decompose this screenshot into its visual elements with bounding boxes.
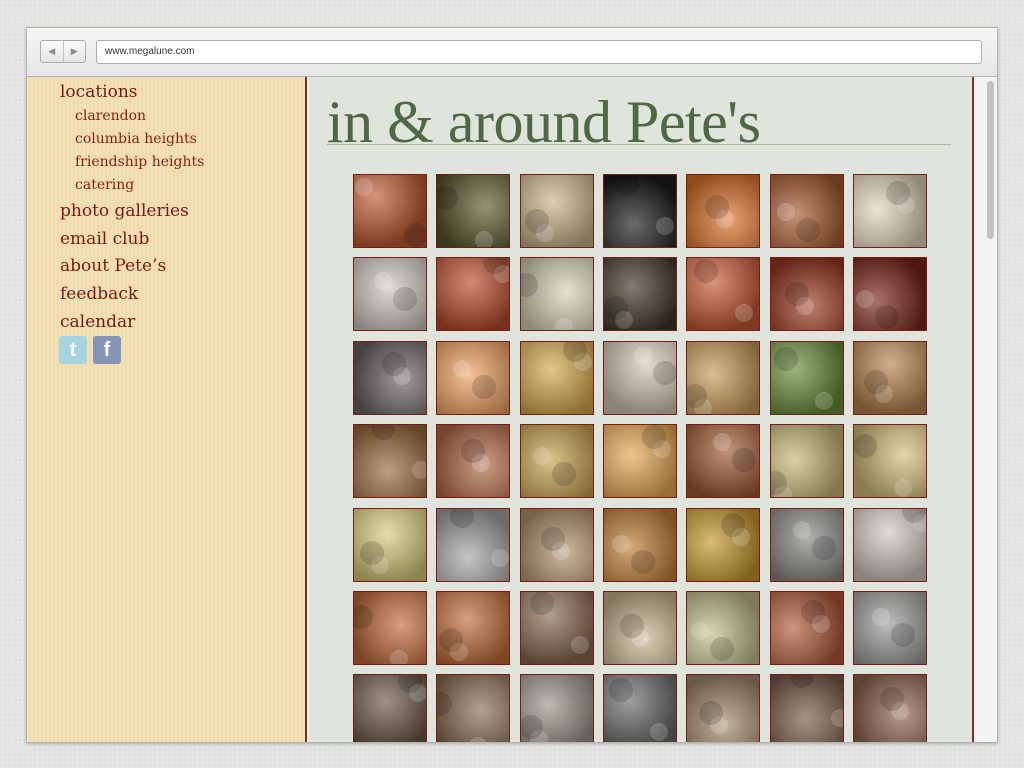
gallery-thumbnail[interactable] bbox=[686, 591, 760, 665]
gallery-thumbnail[interactable] bbox=[353, 591, 427, 665]
gallery-thumbnail[interactable] bbox=[603, 174, 677, 248]
gallery-thumbnail[interactable] bbox=[353, 341, 427, 415]
gallery-thumbnail[interactable] bbox=[603, 341, 677, 415]
gallery-thumbnail[interactable] bbox=[436, 591, 510, 665]
nav-clarendon[interactable]: clarendon bbox=[75, 108, 146, 124]
browser-window: ◀ ▶ www.megalune.com locations clarendon… bbox=[26, 27, 998, 743]
gallery-thumbnail[interactable] bbox=[770, 591, 844, 665]
gallery-thumbnail[interactable] bbox=[853, 508, 927, 582]
gallery-thumbnail[interactable] bbox=[353, 424, 427, 498]
gallery-thumbnail[interactable] bbox=[520, 257, 594, 331]
gallery-thumbnail[interactable] bbox=[853, 424, 927, 498]
nav-email-club[interactable]: email club bbox=[60, 229, 149, 249]
gallery-thumbnail[interactable] bbox=[770, 424, 844, 498]
gallery-thumbnail[interactable] bbox=[686, 257, 760, 331]
gallery-thumbnail[interactable] bbox=[853, 341, 927, 415]
forward-arrow-icon[interactable]: ▶ bbox=[62, 41, 86, 62]
gallery-thumbnail[interactable] bbox=[603, 424, 677, 498]
gallery-thumbnail[interactable] bbox=[603, 257, 677, 331]
gallery-thumbnail[interactable] bbox=[520, 591, 594, 665]
gallery-thumbnail[interactable] bbox=[686, 424, 760, 498]
gallery-thumbnail[interactable] bbox=[603, 591, 677, 665]
gallery-thumbnail[interactable] bbox=[853, 257, 927, 331]
gallery-thumbnail[interactable] bbox=[520, 508, 594, 582]
gallery-thumbnail[interactable] bbox=[603, 508, 677, 582]
page-viewport: locations clarendon columbia heights fri… bbox=[27, 77, 997, 742]
gallery-thumbnail[interactable] bbox=[353, 508, 427, 582]
nav-columbia-heights[interactable]: columbia heights bbox=[75, 131, 197, 147]
gallery-thumbnail[interactable] bbox=[686, 341, 760, 415]
gallery-thumbnail[interactable] bbox=[436, 174, 510, 248]
main-content: in & around Pete's bbox=[309, 77, 972, 742]
gallery-thumbnail[interactable] bbox=[353, 674, 427, 742]
facebook-icon[interactable]: f bbox=[93, 336, 121, 364]
gallery-thumbnail[interactable] bbox=[770, 674, 844, 742]
gallery-thumbnail[interactable] bbox=[520, 341, 594, 415]
nav-friendship-heights[interactable]: friendship heights bbox=[75, 154, 204, 170]
gallery-thumbnail[interactable] bbox=[686, 508, 760, 582]
nav-calendar[interactable]: calendar bbox=[60, 312, 135, 332]
gallery-thumbnail[interactable] bbox=[686, 674, 760, 742]
gallery-thumbnail[interactable] bbox=[520, 674, 594, 742]
twitter-icon[interactable]: t bbox=[59, 336, 87, 364]
address-bar[interactable]: www.megalune.com bbox=[96, 40, 982, 64]
gallery-thumbnail[interactable] bbox=[770, 174, 844, 248]
gallery-thumbnail[interactable] bbox=[436, 341, 510, 415]
gallery-thumbnail[interactable] bbox=[436, 674, 510, 742]
title-divider bbox=[327, 144, 951, 145]
gallery-thumbnail[interactable] bbox=[436, 257, 510, 331]
gallery-thumbnail[interactable] bbox=[353, 174, 427, 248]
social-links: t f bbox=[59, 336, 121, 364]
back-arrow-icon[interactable]: ◀ bbox=[41, 41, 63, 62]
gallery-thumbnail[interactable] bbox=[770, 257, 844, 331]
gallery-thumbnail[interactable] bbox=[520, 424, 594, 498]
browser-toolbar: ◀ ▶ www.megalune.com bbox=[27, 28, 997, 77]
nav-catering[interactable]: catering bbox=[75, 177, 134, 193]
gallery-thumbnail[interactable] bbox=[770, 341, 844, 415]
nav-buttons: ◀ ▶ bbox=[40, 40, 86, 63]
gallery-thumbnail[interactable] bbox=[770, 508, 844, 582]
gallery-thumbnail[interactable] bbox=[436, 508, 510, 582]
gallery-thumbnail[interactable] bbox=[853, 591, 927, 665]
gallery-thumbnail[interactable] bbox=[686, 174, 760, 248]
nav-about-petes[interactable]: about Pete’s bbox=[60, 256, 166, 276]
gallery-thumbnail[interactable] bbox=[436, 424, 510, 498]
page-title: in & around Pete's bbox=[327, 89, 761, 155]
nav-locations[interactable]: locations bbox=[60, 82, 138, 102]
gallery-thumbnail[interactable] bbox=[353, 257, 427, 331]
nav-feedback[interactable]: feedback bbox=[60, 284, 138, 304]
gallery-thumbnail[interactable] bbox=[603, 674, 677, 742]
gallery-thumbnail[interactable] bbox=[520, 174, 594, 248]
nav-photo-galleries[interactable]: photo galleries bbox=[60, 201, 189, 221]
gallery-thumbnail[interactable] bbox=[853, 174, 927, 248]
scrollbar-thumb[interactable] bbox=[987, 81, 994, 239]
sidebar: locations clarendon columbia heights fri… bbox=[27, 77, 307, 742]
gallery-thumbnail[interactable] bbox=[853, 674, 927, 742]
